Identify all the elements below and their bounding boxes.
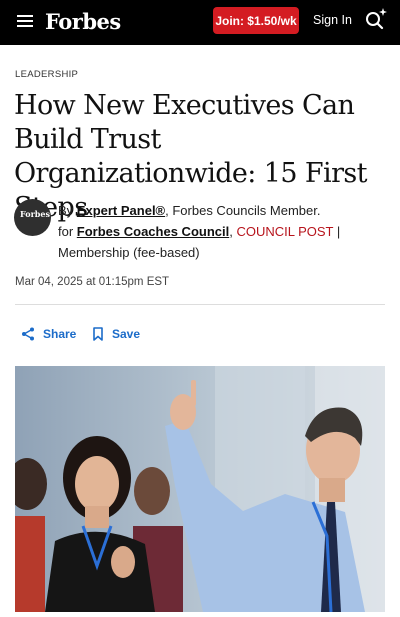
share-icon	[22, 327, 34, 341]
byline-pipe: |	[336, 224, 341, 239]
author-role: , Forbes Councils Member.	[165, 203, 321, 218]
search-sparkle-icon[interactable]	[364, 7, 388, 31]
hero-photo-illustration	[15, 366, 385, 612]
avatar-logo: Forbes	[20, 209, 50, 219]
publish-date: Mar 04, 2025 at 01:15pm EST	[15, 276, 170, 288]
save-button[interactable]: Save	[92, 327, 140, 341]
sign-in-link[interactable]: Sign In	[313, 13, 352, 27]
article-hero-image	[15, 366, 385, 612]
council-link[interactable]: Forbes Coaches Council	[77, 224, 229, 239]
council-post-label[interactable]: COUNCIL POST	[236, 224, 333, 239]
join-subscription-button[interactable]: Join: $1.50/wk	[213, 7, 299, 34]
bookmark-icon	[93, 327, 103, 341]
share-label: Share	[43, 327, 77, 341]
channel-label[interactable]: LEADERSHIP	[15, 69, 78, 80]
byline-by: By	[58, 203, 74, 218]
divider	[15, 304, 385, 305]
byline: By Expert Panel®, Forbes Councils Member…	[58, 200, 388, 263]
byline-separator: ,	[229, 224, 233, 239]
top-nav-bar: Forbes Join: $1.50/wk Sign In	[0, 0, 400, 45]
author-avatar[interactable]: Forbes	[14, 199, 51, 236]
hamburger-line	[17, 15, 33, 17]
membership-note: Membership (fee-based)	[58, 245, 200, 260]
byline-for: for	[58, 224, 74, 239]
forbes-logo[interactable]: Forbes	[45, 9, 121, 34]
share-button[interactable]: Share	[21, 327, 76, 341]
hamburger-menu-icon[interactable]	[17, 14, 33, 28]
author-link[interactable]: Expert Panel®	[77, 203, 165, 218]
hamburger-line	[17, 25, 33, 27]
hamburger-line	[17, 20, 33, 22]
save-label: Save	[112, 327, 141, 341]
